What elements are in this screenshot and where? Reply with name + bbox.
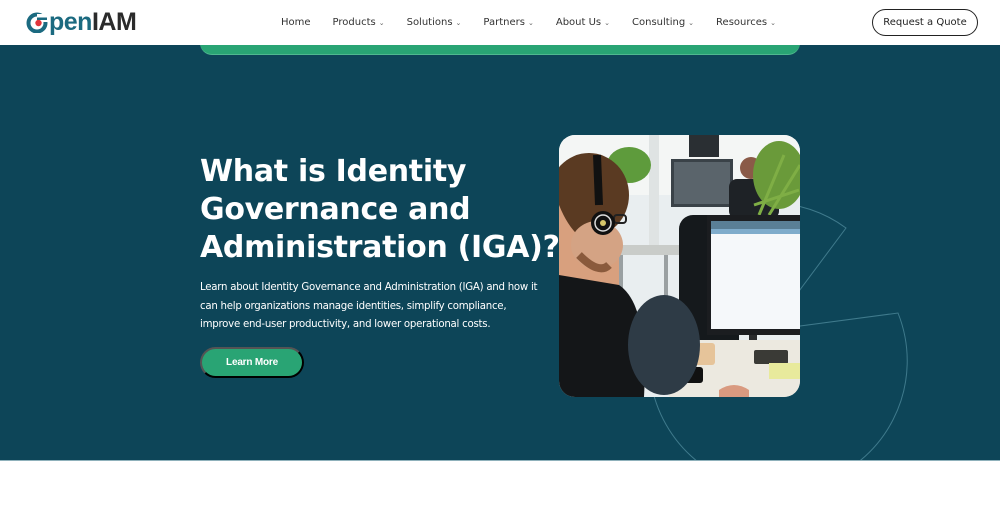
nav-item-consulting[interactable]: Consulting ⌄ (632, 17, 694, 28)
chevron-down-icon: ⌄ (688, 18, 695, 27)
nav-item-solutions[interactable]: Solutions ⌄ (407, 17, 462, 28)
nav-label: Consulting (632, 17, 686, 28)
logo-mark-icon (26, 11, 48, 34)
nav-label: Home (281, 17, 311, 28)
learn-more-button[interactable]: Learn More (200, 347, 304, 378)
openiam-logo[interactable]: penIAM (26, 8, 137, 36)
site-header: penIAM Home Products ⌄ Solutions ⌄ Partner… (0, 0, 1000, 45)
request-quote-button[interactable]: Request a Quote (872, 9, 978, 36)
nav-item-about-us[interactable]: About Us ⌄ (556, 17, 610, 28)
hero-section: What is Identity Governance and Administ… (0, 45, 1000, 460)
nav-label: About Us (555, 17, 602, 28)
nav-label: Products (332, 17, 376, 28)
nav-item-resources[interactable]: Resources ⌄ (716, 17, 776, 28)
chevron-down-icon: ⌄ (604, 18, 611, 27)
nav-label: Partners (483, 17, 525, 28)
nav-label: Solutions (406, 17, 453, 28)
nav-item-partners[interactable]: Partners ⌄ (483, 17, 533, 28)
nav-item-products[interactable]: Products ⌄ (333, 17, 385, 28)
logo-text: penIAM (49, 8, 137, 36)
chevron-down-icon: ⌄ (455, 18, 462, 27)
chevron-down-icon: ⌄ (770, 18, 776, 27)
section-divider (0, 460, 1000, 461)
nav-label: Resources (716, 17, 768, 28)
main-nav: Home Products ⌄ Solutions ⌄ Partners ⌄ Abou… (281, 0, 798, 45)
hero-title: What is Identity Governance and Administ… (200, 154, 560, 265)
nav-item-home[interactable]: Home (281, 17, 311, 28)
hero-image (559, 135, 800, 397)
chevron-down-icon: ⌄ (527, 18, 534, 27)
hero-description: Learn about Identity Governance and Admi… (200, 282, 538, 330)
chevron-down-icon: ⌄ (378, 18, 385, 27)
